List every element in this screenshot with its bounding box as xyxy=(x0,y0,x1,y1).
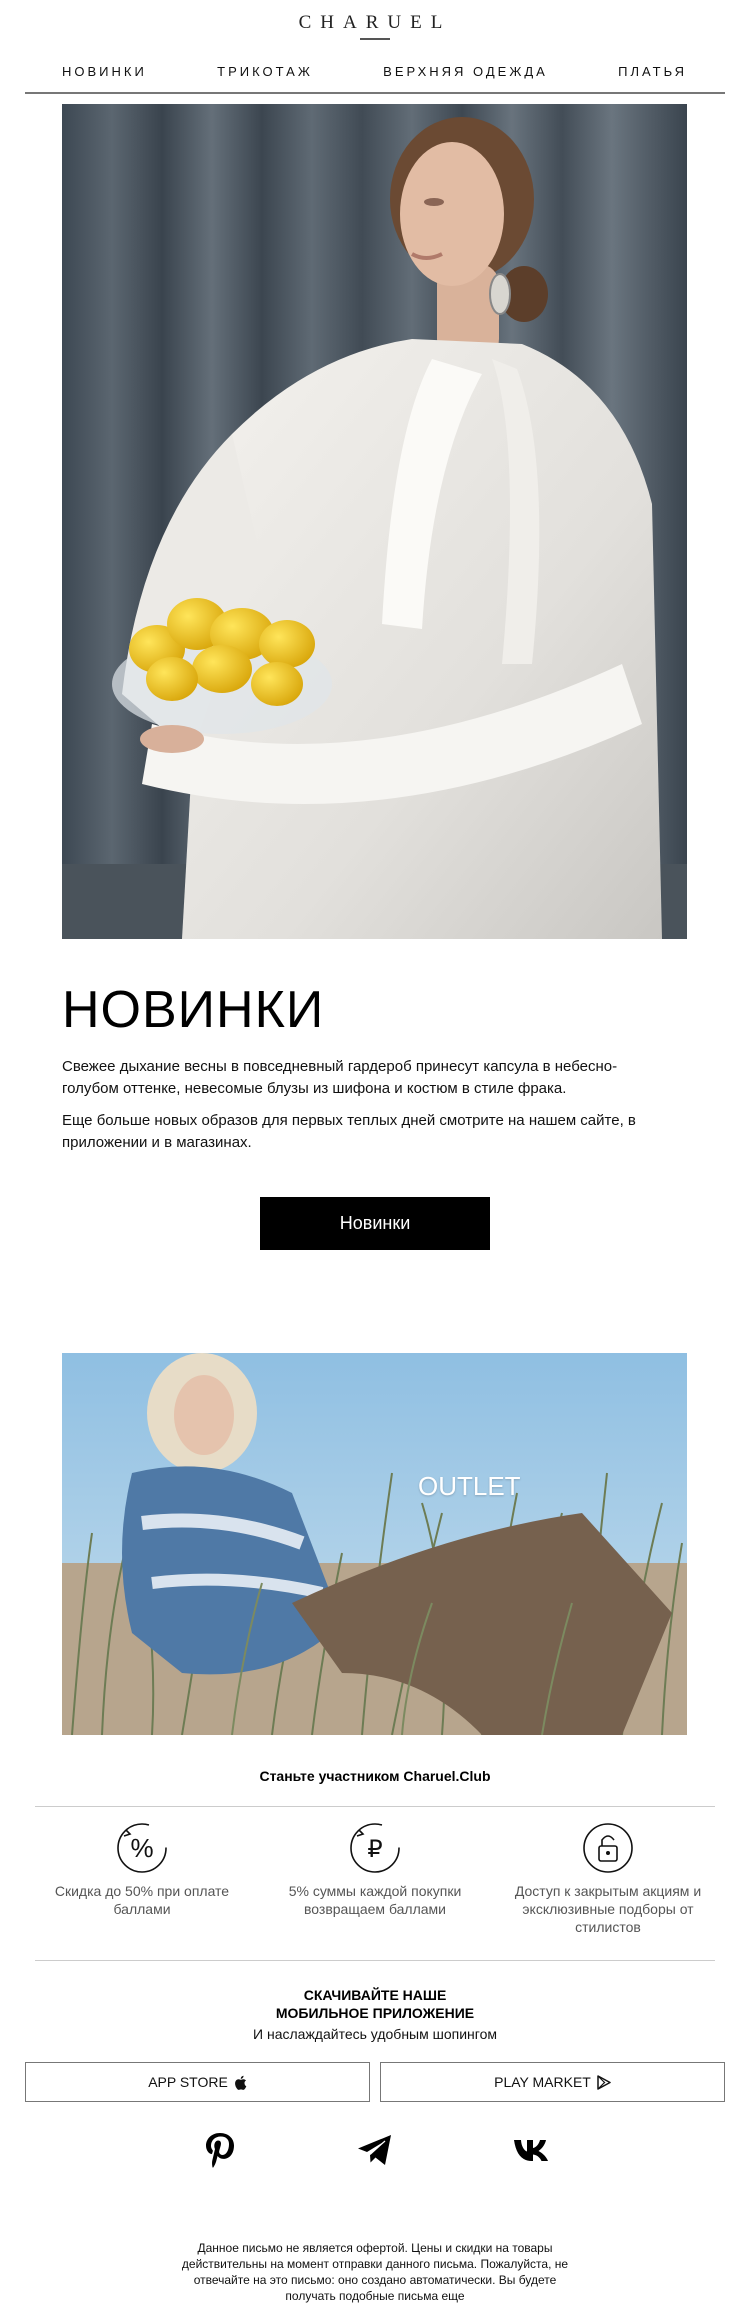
app-store-label: APP STORE xyxy=(148,2074,228,2090)
hero-illustration xyxy=(62,104,687,939)
outlet-illustration xyxy=(62,1353,687,1735)
nav-item-dresses[interactable]: ПЛАТЬЯ xyxy=(618,64,687,79)
nav-divider xyxy=(25,92,725,94)
pinterest-link[interactable] xyxy=(200,2130,240,2170)
nav-item-new[interactable]: НОВИНКИ xyxy=(62,64,147,79)
app-section-title: СКАЧИВАЙТЕ НАШЕ МОБИЛЬНОЕ ПРИЛОЖЕНИЕ xyxy=(0,1986,750,2022)
hero-image[interactable] xyxy=(62,104,687,939)
telegram-icon xyxy=(358,2135,391,2165)
club-perk-cashback-text: 5% суммы каждой покупки возвращаем балла… xyxy=(288,1883,462,1917)
nav-item-knitwear[interactable]: ТРИКОТАЖ xyxy=(217,64,313,79)
club-perk-exclusive: Доступ к закрытым акциям и эксклюзивные … xyxy=(508,1822,708,1936)
play-market-label: PLAY MARKET xyxy=(494,2074,591,2090)
pinterest-icon xyxy=(206,2133,234,2168)
footer-disclaimer: Данное письмо не является офертой. Цены … xyxy=(181,2241,569,2303)
apple-icon xyxy=(234,2075,247,2090)
app-title-line-1: СКАЧИВАЙТЕ НАШЕ xyxy=(303,1987,447,2003)
telegram-link[interactable] xyxy=(355,2130,395,2170)
outlet-banner[interactable]: OUTLET xyxy=(62,1353,687,1735)
brand-logo[interactable]: CHARUEL xyxy=(0,12,750,34)
logo-underline xyxy=(360,38,390,40)
vk-icon xyxy=(514,2140,548,2161)
new-arrivals-button[interactable]: Новинки xyxy=(260,1197,490,1250)
club-divider-top xyxy=(35,1806,715,1807)
club-perk-discount-text: Скидка до 50% при оплате баллами xyxy=(54,1883,230,1917)
percent-icon: % xyxy=(117,1823,167,1873)
new-arrivals-more-text: Еще больше новых образов для первых тепл… xyxy=(62,1112,636,1151)
club-title[interactable]: Станьте участником Charuel.Club xyxy=(0,1768,750,1784)
app-store-button[interactable]: APP STORE xyxy=(25,2062,370,2102)
ruble-icon: ₽ xyxy=(350,1823,400,1873)
svg-text:₽: ₽ xyxy=(367,1835,382,1863)
club-perk-discount: % Скидка до 50% при оплате баллами xyxy=(42,1822,242,1918)
svg-text:%: % xyxy=(130,1833,153,1863)
club-perk-exclusive-text: Доступ к закрытым акциям и эксклюзивные … xyxy=(514,1883,702,1935)
outlet-label: OUTLET xyxy=(418,1471,521,1501)
nav-item-outerwear[interactable]: ВЕРХНЯЯ ОДЕЖДА xyxy=(383,64,548,79)
play-market-button[interactable]: PLAY MARKET xyxy=(380,2062,725,2102)
play-icon xyxy=(597,2074,611,2090)
new-arrivals-description: Свежее дыхание весны в повседневный гард… xyxy=(62,1058,618,1097)
app-title-line-2: МОБИЛЬНОЕ ПРИЛОЖЕНИЕ xyxy=(275,2005,475,2021)
club-perk-cashback: ₽ 5% суммы каждой покупки возвращаем бал… xyxy=(275,1822,475,1918)
vk-link[interactable] xyxy=(512,2130,552,2170)
lock-icon xyxy=(583,1823,633,1873)
club-divider-bottom xyxy=(35,1960,715,1961)
new-arrivals-title: НОВИНКИ xyxy=(62,981,325,1039)
app-section-subtitle: И наслаждайтесь удобным шопингом xyxy=(253,2026,497,2042)
main-nav: НОВИНКИ ТРИКОТАЖ ВЕРХНЯЯ ОДЕЖДА ПЛАТЬЯ xyxy=(62,64,687,79)
